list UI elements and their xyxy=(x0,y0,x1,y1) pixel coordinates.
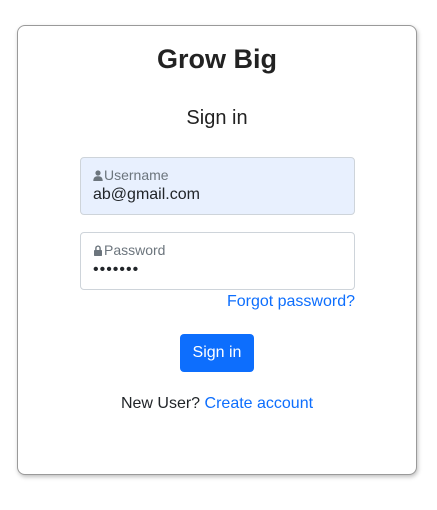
new-user-row: New User? Create account xyxy=(18,395,416,413)
username-label-row: Username xyxy=(93,167,169,183)
password-label-row: Password xyxy=(93,242,165,258)
password-input[interactable]: ••••••• xyxy=(93,261,139,279)
lock-icon xyxy=(94,245,102,256)
username-input[interactable]: ab@gmail.com xyxy=(93,186,200,204)
brand-title: Grow Big xyxy=(157,44,277,74)
password-label: Password xyxy=(104,242,166,258)
user-icon xyxy=(93,169,103,181)
password-field[interactable]: Password ••••••• xyxy=(80,232,355,290)
username-label: Username xyxy=(104,167,169,183)
create-account-link[interactable]: Create account xyxy=(205,395,314,412)
page-title: Sign in xyxy=(186,107,248,129)
forgot-password-link[interactable]: Forgot password? xyxy=(227,293,355,311)
sign-in-button[interactable]: Sign in xyxy=(180,334,254,372)
new-user-prompt: New User? xyxy=(120,395,201,412)
login-card: Grow Big Sign in Username ab@gmail.com P… xyxy=(17,25,417,475)
username-field[interactable]: Username ab@gmail.com xyxy=(80,157,355,215)
